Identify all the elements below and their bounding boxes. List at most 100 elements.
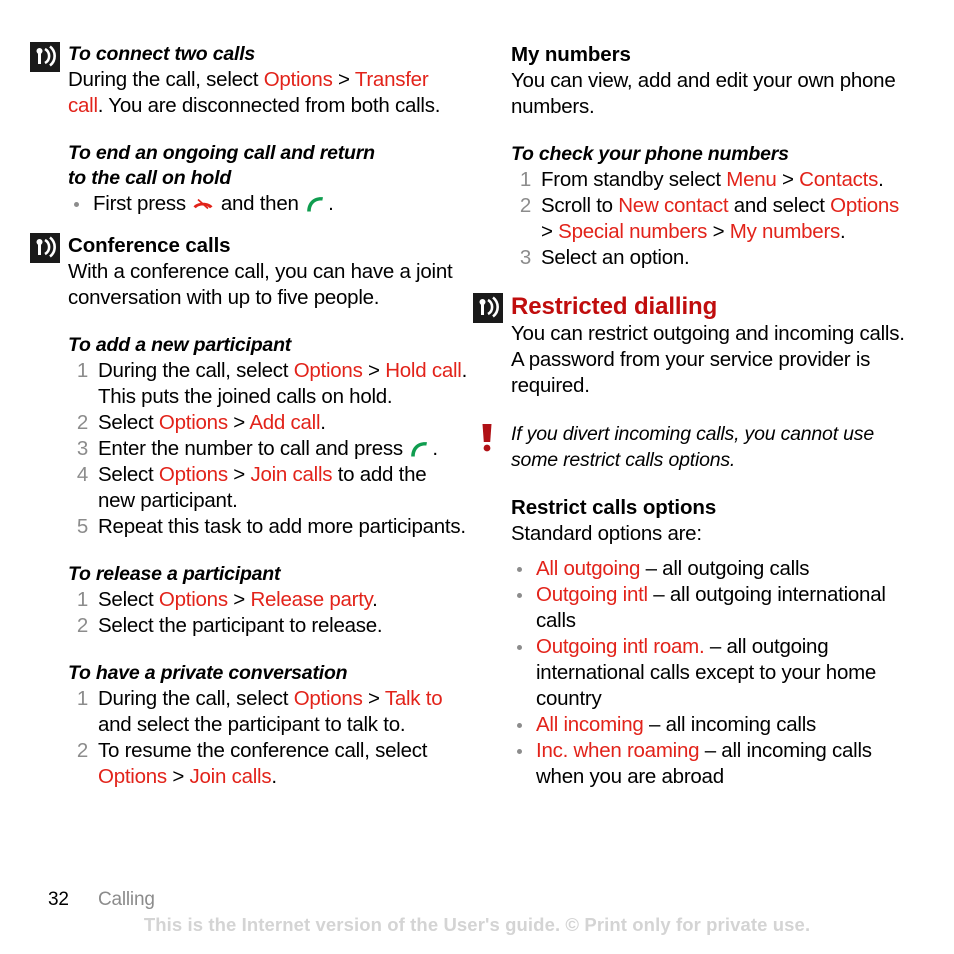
ui-link: Join calls — [250, 463, 333, 486]
text-run: – all incoming calls — [643, 713, 817, 736]
list-item: Outgoing intl – all outgoing internation… — [511, 582, 911, 634]
note-text: If you divert incoming calls, you cannot… — [511, 423, 874, 471]
page-footer: 32 Calling — [48, 888, 928, 912]
ui-link: Options — [98, 765, 167, 788]
section-private-conversation: To have a private conversation During th… — [68, 661, 468, 790]
task-heading-connect-two-calls: To connect two calls — [68, 43, 256, 65]
text-run: and select — [728, 194, 831, 217]
text-run: > — [776, 168, 800, 191]
section-check-phone-numbers: To check your phone numbers From standby… — [511, 142, 911, 271]
ui-link: Contacts — [799, 168, 879, 191]
section-my-numbers: My numbers You can view, add and edit yo… — [511, 42, 911, 120]
text-run: – all outgoing calls — [640, 557, 810, 580]
ui-link-option-name: Outgoing intl roam. — [536, 635, 705, 658]
list-item: To resume the conference call, select Op… — [68, 738, 468, 790]
ui-link: Hold call — [385, 359, 462, 382]
ui-link-option-name: All incoming — [536, 713, 644, 736]
ui-link: My numbers — [729, 220, 841, 243]
text-run: From standby select — [541, 168, 727, 191]
exclamation-warning-icon — [475, 422, 499, 452]
text-run: Select — [98, 411, 159, 434]
ui-link: Join calls — [189, 765, 272, 788]
ui-link: Add call — [249, 411, 321, 434]
signal-antenna-icon — [30, 233, 60, 263]
text-run: > — [227, 588, 251, 611]
footer-line: 32 Calling — [48, 888, 928, 912]
list-item: Select Options > Release party. — [68, 587, 468, 613]
ui-link: New contact — [618, 194, 729, 217]
left-column: To connect two calls During the call, se… — [30, 42, 468, 790]
document-page: To connect two calls During the call, se… — [0, 0, 954, 954]
ui-link: Options — [293, 359, 363, 382]
ui-link: Talk to — [384, 687, 443, 710]
text-run: > — [541, 220, 559, 243]
paragraph-standard-options: Standard options are: — [511, 522, 702, 545]
section-restricted-dialling: Restricted dialling You can restrict out… — [473, 293, 911, 399]
paragraph-my-numbers: You can view, add and edit your own phon… — [511, 69, 896, 118]
ui-link: Special numbers — [558, 220, 708, 243]
task-heading-private-conversation: To have a private conversation — [68, 662, 348, 684]
ui-link: Options — [158, 411, 228, 434]
footer-watermark: This is the Internet version of the User… — [143, 914, 811, 935]
list-item: Repeat this task to add more participant… — [68, 514, 468, 540]
text-run: Select — [98, 463, 159, 486]
text-run: > — [227, 411, 250, 434]
text-run: . — [328, 192, 334, 215]
section-conference-calls: Conference calls With a conference call,… — [30, 233, 468, 311]
note-divert-incoming-calls: If you divert incoming calls, you cannot… — [482, 421, 911, 473]
list-item: Scroll to New contact and select Options… — [511, 193, 911, 245]
list-item: During the call, select Options > Talk t… — [68, 686, 468, 738]
text-run: > — [362, 359, 386, 382]
ui-link: Release party — [250, 588, 373, 611]
section-heading-conference-calls: Conference calls — [68, 234, 231, 257]
section-restrict-calls-options: Restrict calls options Standard options … — [511, 495, 911, 790]
task-heading-release-participant: To release a participant — [68, 563, 281, 585]
ui-link-option-name: Outgoing intl — [536, 583, 648, 606]
list-item: All incoming – all incoming calls — [511, 712, 911, 738]
text-run: First press — [93, 192, 192, 215]
section-heading-restrict-calls-options: Restrict calls options — [511, 496, 717, 519]
task-heading-end-call-line1: To end an ongoing call and return — [68, 142, 375, 164]
text-run: . — [271, 765, 277, 788]
call-key-icon — [304, 195, 328, 213]
task-heading-add-participant: To add a new participant — [68, 334, 292, 356]
list-item: All outgoing – all outgoing calls — [511, 556, 911, 582]
list-item: First press and then . — [68, 191, 468, 217]
list-item: Inc. when roaming – all incoming calls w… — [511, 738, 911, 790]
ui-link-option-name: All outgoing — [536, 557, 641, 580]
text-run: . — [432, 437, 438, 460]
step-list-add-participant: During the call, select Options > Hold c… — [68, 358, 468, 540]
ui-link: Options — [293, 687, 363, 710]
list-item: Select Options > Join calls to add the n… — [68, 462, 468, 514]
text-run: . — [840, 220, 846, 243]
end-call-key-icon — [191, 195, 215, 213]
text-run: and select the participant to talk to. — [98, 713, 406, 736]
ui-link: Options — [830, 194, 900, 217]
list-item: Enter the number to call and press . — [68, 436, 468, 462]
paragraph-transfer-call: During the call, select Options > Transf… — [68, 67, 468, 119]
text-run: . You are disconnected from both calls. — [97, 94, 441, 117]
text-run: During the call, select — [98, 687, 294, 710]
paragraph-restricted-dialling: You can restrict outgoing and incoming c… — [511, 322, 905, 397]
text-run: > — [707, 220, 730, 243]
list-item: Select an option. — [511, 245, 911, 271]
task-heading-end-call-line2: to the call on hold — [68, 167, 232, 189]
step-list-release-participant: Select Options > Release party. Select th… — [68, 587, 468, 639]
step-list-check-phone-numbers: From standby select Menu > Contacts. Scro… — [511, 167, 911, 271]
list-item: During the call, select Options > Hold c… — [68, 358, 468, 410]
text-run: > — [332, 68, 355, 91]
text-run: > — [227, 463, 251, 486]
list-item: Select the participant to release. — [68, 613, 468, 639]
list-item: Select Options > Add call. — [68, 410, 468, 436]
text-run: and then — [215, 192, 305, 215]
step-list-private-conversation: During the call, select Options > Talk t… — [68, 686, 468, 790]
section-heading-my-numbers: My numbers — [511, 43, 631, 66]
